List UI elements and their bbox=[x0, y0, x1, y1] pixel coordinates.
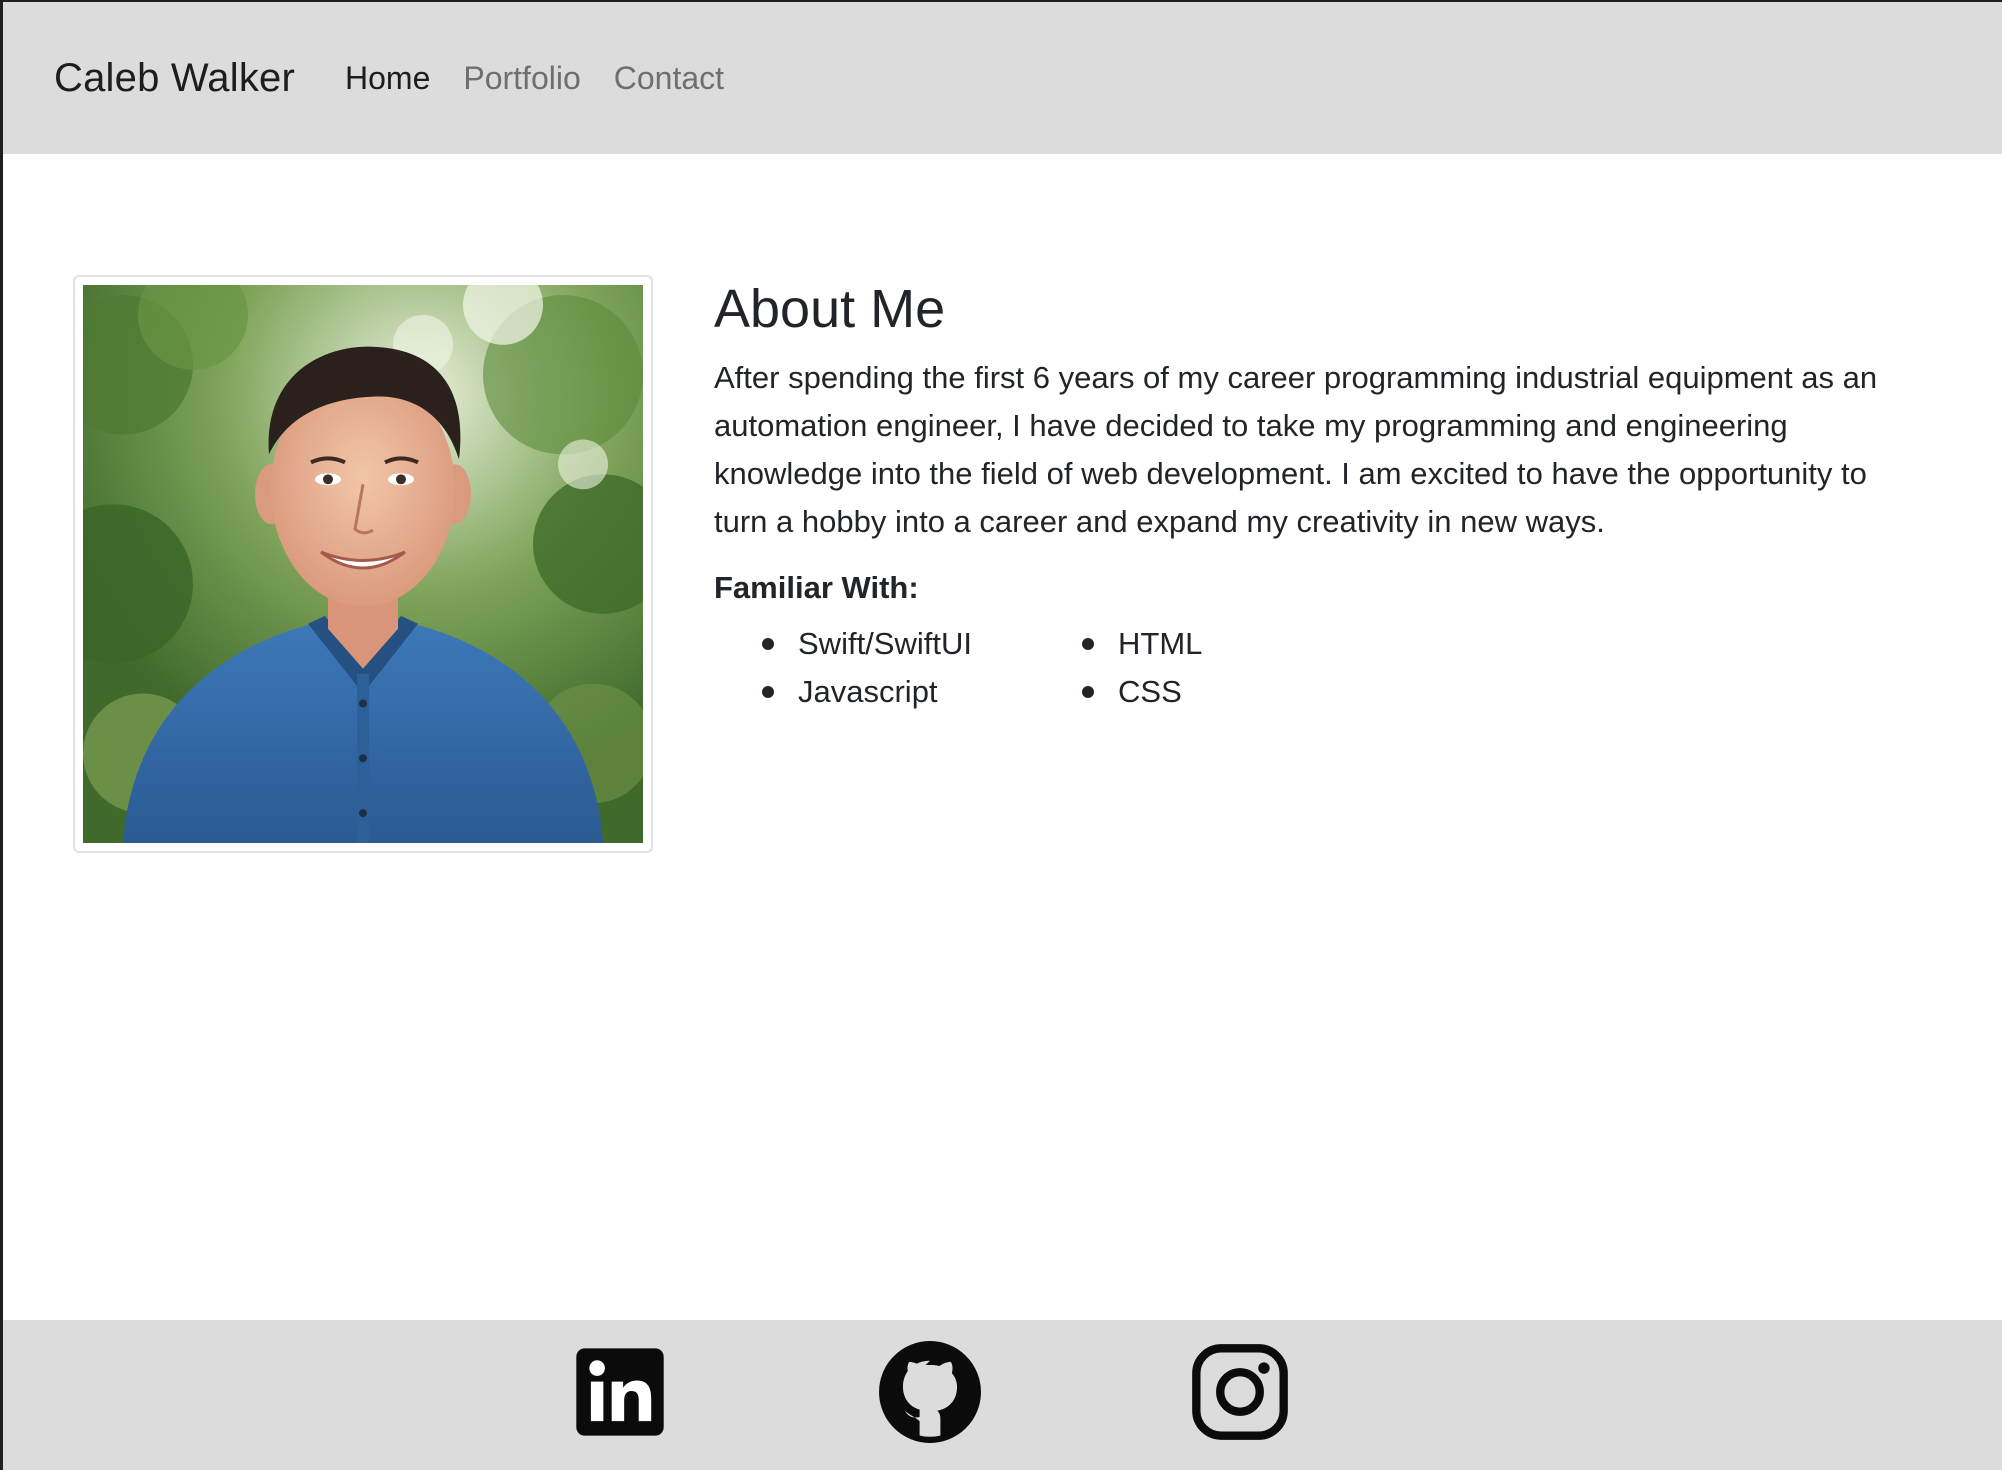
instagram-icon[interactable] bbox=[1188, 1340, 1292, 1444]
profile-photo bbox=[83, 285, 643, 843]
brand-link[interactable]: Caleb Walker bbox=[54, 56, 295, 101]
list-item: Swift/SwiftUI bbox=[762, 624, 1082, 664]
bullet-icon bbox=[762, 686, 774, 699]
list-item: HTML bbox=[1082, 624, 1382, 664]
profile-photo-image bbox=[83, 285, 643, 843]
about-body: After spending the first 6 years of my c… bbox=[714, 360, 1878, 540]
skill-label: HTML bbox=[1118, 626, 1203, 662]
list-item: Javascript bbox=[762, 672, 1082, 712]
skills-list: Swift/SwiftUI HTML Javascript CSS bbox=[714, 624, 1914, 712]
navbar: Caleb Walker Home Portfolio Contact bbox=[3, 2, 2002, 154]
skill-label: Swift/SwiftUI bbox=[798, 626, 972, 662]
github-icon[interactable] bbox=[878, 1340, 982, 1444]
main-content: About Me After spending the first 6 year… bbox=[3, 154, 2002, 1320]
profile-photo-frame bbox=[73, 275, 653, 853]
about-section: About Me After spending the first 6 year… bbox=[714, 278, 1914, 712]
footer bbox=[3, 1320, 2002, 1470]
about-title: About Me bbox=[714, 279, 946, 339]
bullet-icon bbox=[762, 638, 774, 651]
bullet-icon bbox=[1082, 686, 1094, 699]
skill-label: CSS bbox=[1118, 674, 1182, 710]
skill-label: Javascript bbox=[798, 674, 938, 710]
nav-link-contact[interactable]: Contact bbox=[614, 60, 724, 97]
linkedin-icon[interactable] bbox=[568, 1340, 672, 1444]
familiar-with-heading: Familiar With: bbox=[714, 570, 919, 606]
nav-link-portfolio[interactable]: Portfolio bbox=[463, 60, 580, 97]
list-item: CSS bbox=[1082, 672, 1382, 712]
bullet-icon bbox=[1082, 638, 1094, 651]
page: Caleb Walker Home Portfolio Contact Abou… bbox=[0, 0, 2002, 1470]
nav-link-home[interactable]: Home bbox=[345, 60, 430, 97]
